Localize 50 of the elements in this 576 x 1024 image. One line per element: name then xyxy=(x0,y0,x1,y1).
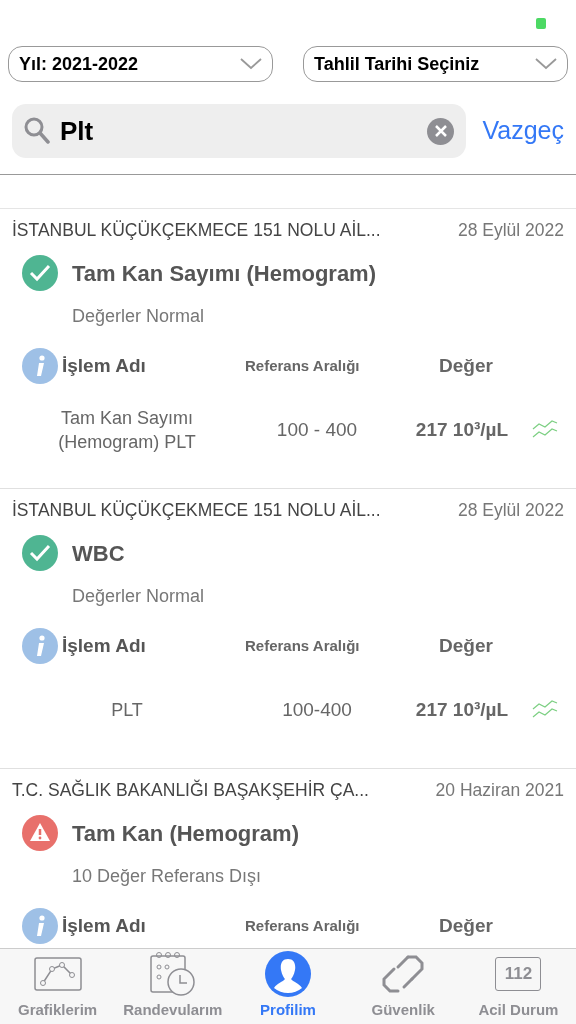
cancel-button[interactable]: Vazgeç xyxy=(482,112,564,150)
lab-name: İSTANBUL KÜÇÜKÇEKMECE 151 NOLU AİL... xyxy=(12,219,381,242)
lab-name: T.C. SAĞLIK BAKANLIĞI BAŞAKŞEHİR ÇA... xyxy=(12,778,369,802)
table-cell-text: 217 10³/µL xyxy=(414,418,510,442)
column-header: Referans Aralığı xyxy=(245,636,361,656)
column-header: Referans Aralığı xyxy=(245,916,361,936)
column-header: Değer xyxy=(439,634,494,658)
tab[interactable]: Profilim xyxy=(230,949,346,1024)
dropdown[interactable]: Yıl: 2021-2022 xyxy=(8,46,273,82)
info-icon[interactable] xyxy=(22,348,58,385)
status-text: Değerler Normal xyxy=(71,305,206,329)
test-title: Tam Kan Sayımı (Hemogram) xyxy=(72,259,376,288)
check-icon xyxy=(22,535,58,572)
column-header: Değer xyxy=(439,914,494,938)
test-date: 28 Eylül 2022 xyxy=(457,499,564,522)
info-icon[interactable] xyxy=(22,628,58,665)
search-icon xyxy=(24,117,50,145)
lab-name: İSTANBUL KÜÇÜKÇEKMECE 151 NOLU AİL... xyxy=(12,499,381,522)
column-header: İşlem Adı xyxy=(62,914,146,938)
chevron-down-icon xyxy=(535,58,557,70)
column-header: İşlem Adı xyxy=(62,354,146,378)
table-cell-text: 100-400 xyxy=(281,698,353,722)
table-cell-text: 100 - 400 xyxy=(275,418,359,442)
status-text: Değerler Normal xyxy=(71,585,206,609)
tab[interactable]: Randevularım xyxy=(115,949,231,1024)
info-icon[interactable] xyxy=(22,908,58,945)
tab[interactable]: Grafiklerim xyxy=(0,949,116,1024)
table-cell-text: 217 10³/µL xyxy=(414,698,510,722)
emergency-number-icon: 112 xyxy=(495,956,542,991)
line-chart-icon xyxy=(33,956,82,991)
battery-icon xyxy=(536,17,546,29)
tab[interactable]: Güvenlik xyxy=(345,949,461,1024)
search-text: Plt xyxy=(60,114,95,148)
test-title: Tam Kan (Hemogram) xyxy=(72,819,299,848)
chevron-down-icon xyxy=(240,58,262,70)
dropdown[interactable]: Tahlil Tarihi Seçiniz xyxy=(303,46,568,82)
column-header: İşlem Adı xyxy=(62,634,146,658)
column-header: Referans Aralığı xyxy=(245,356,361,376)
table-cell-text: PLT xyxy=(110,699,144,723)
tab[interactable]: 112 Acil Durum xyxy=(460,949,576,1024)
warning-icon xyxy=(22,815,58,852)
check-icon xyxy=(22,255,58,292)
search-field[interactable]: Plt xyxy=(12,104,467,158)
test-date: 28 Eylül 2022 xyxy=(457,219,564,242)
column-header: Değer xyxy=(439,354,494,378)
status-text: 10 Değer Referans Dışı xyxy=(71,865,263,889)
clear-icon[interactable] xyxy=(427,117,455,145)
table-cell-text: Tam Kan Sayımı (Hemogram) PLT xyxy=(57,407,197,455)
test-title: WBC xyxy=(72,539,125,568)
test-date: 20 Haziran 2021 xyxy=(435,779,564,802)
